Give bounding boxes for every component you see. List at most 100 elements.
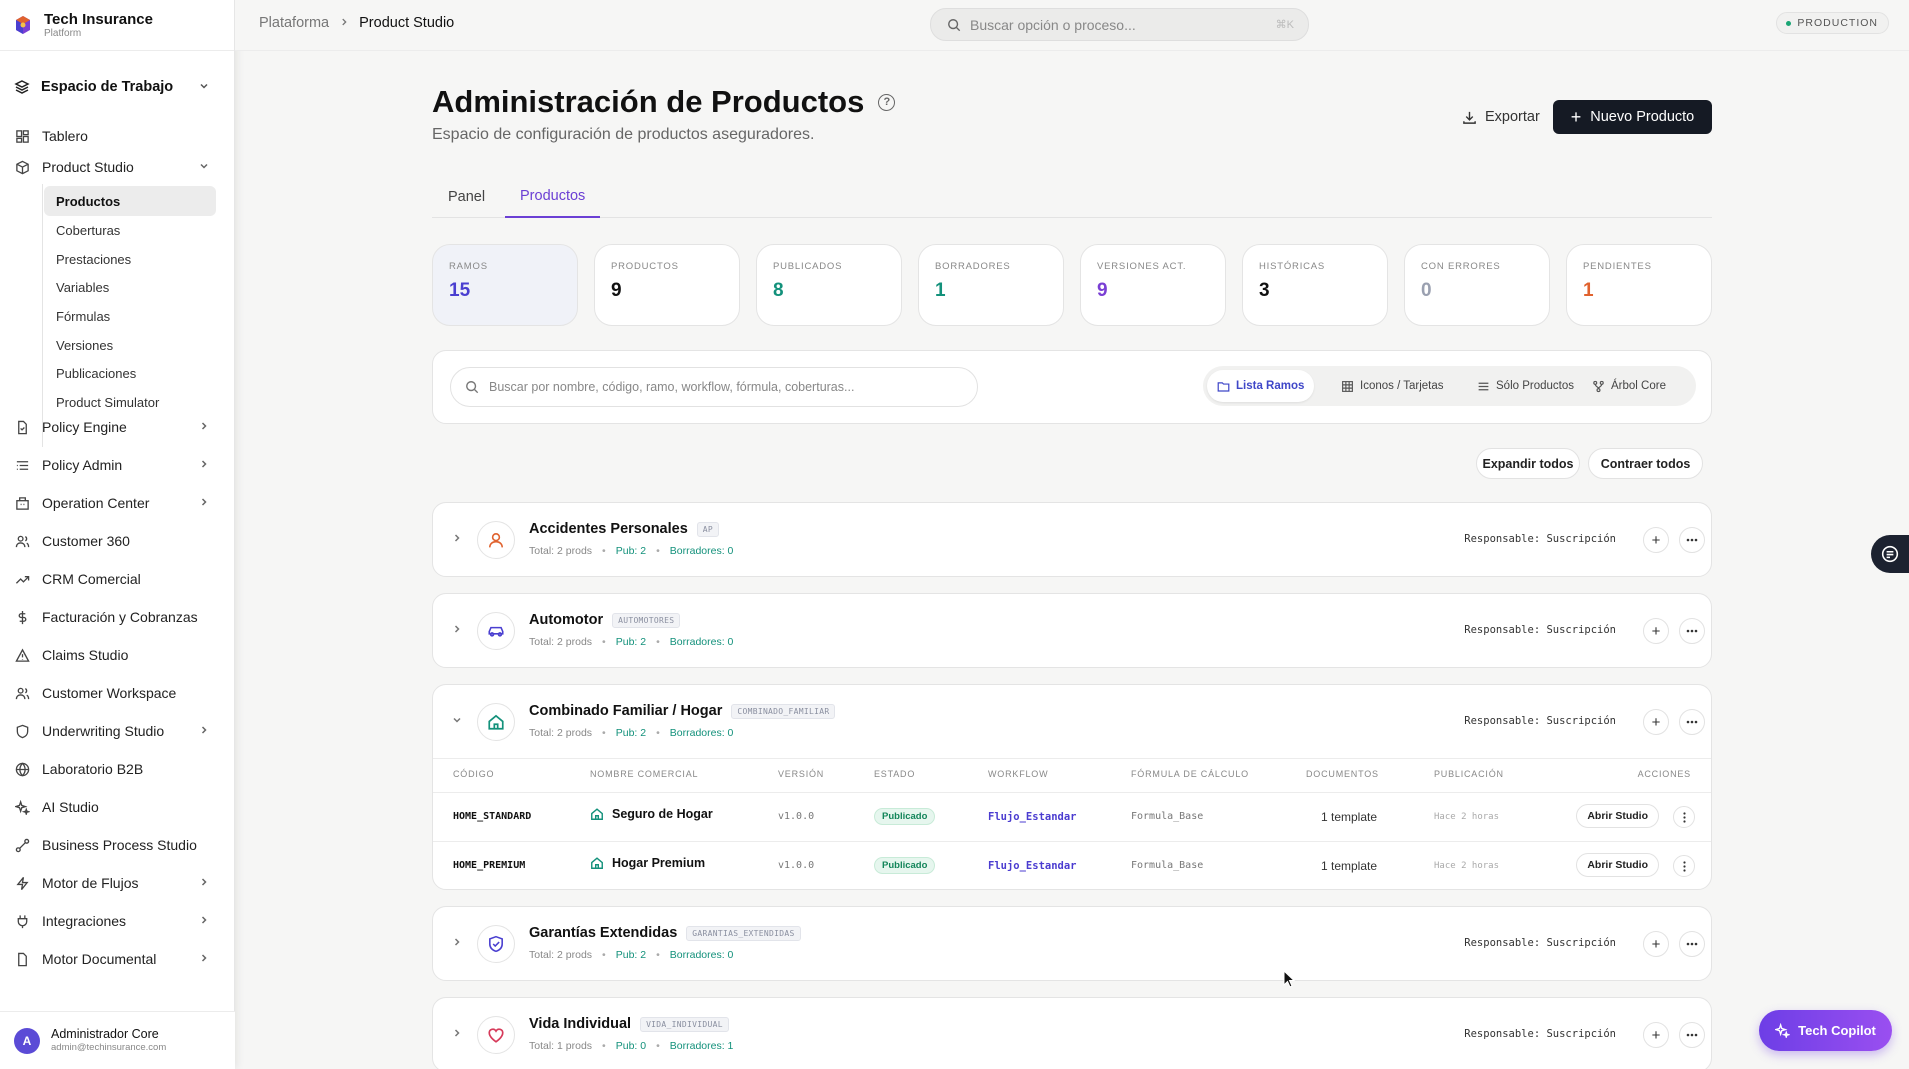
sidebar-subitem-versiones[interactable]: Versiones xyxy=(44,330,216,360)
table-row[interactable]: HOME_PREMIUM Hogar Premium v1.0.0 Public… xyxy=(433,841,1711,890)
brand-logo-icon xyxy=(13,15,33,35)
view-arbol-core[interactable]: Árbol Core xyxy=(1582,370,1676,402)
documents-count: 1 template xyxy=(1321,859,1378,873)
plus-icon: + xyxy=(1570,107,1582,127)
sidebar-item-laboratorio-b2b[interactable]: Laboratorio B2B xyxy=(14,758,210,780)
ramo-header[interactable]: Automotor AUTOMOTORES Total: 2 prods • Pu… xyxy=(433,594,1711,667)
product-name[interactable]: Hogar Premium xyxy=(590,856,705,870)
table-row[interactable]: HOME_STANDARD Seguro de Hogar v1.0.0 Pub… xyxy=(433,792,1711,841)
ramo-drafts: Borradores: 0 xyxy=(669,727,734,739)
sidebar-subitem-publicaciones[interactable]: Publicaciones xyxy=(44,358,216,388)
ramo-responsible: Responsable: Suscripción xyxy=(1464,715,1616,727)
ramo-published: Pub: 2 xyxy=(615,636,647,648)
workflow-link[interactable]: Flujo_Estandar xyxy=(988,860,1077,872)
sidebar-subitem-prestaciones[interactable]: Prestaciones xyxy=(44,244,216,274)
sidebar-item-motor-documental[interactable]: Motor Documental xyxy=(14,948,210,970)
view-iconos-tarjetas[interactable]: Iconos / Tarjetas xyxy=(1331,370,1454,402)
more-options-icon[interactable] xyxy=(1679,527,1705,553)
chevron-right-icon[interactable] xyxy=(451,1026,463,1044)
ramo-header[interactable]: Vida Individual VIDA_INDIVIDUAL Total: 1… xyxy=(433,998,1711,1069)
sidebar-item-facturacion[interactable]: Facturación y Cobranzas xyxy=(14,606,210,628)
sidebar-item-policy-engine[interactable]: Policy Engine xyxy=(14,416,210,438)
chevron-right-icon[interactable] xyxy=(451,935,463,953)
stat-card-borradores[interactable]: BORRADORES 1 xyxy=(918,244,1064,326)
global-search-input[interactable]: Buscar opción o proceso... ⌘K xyxy=(930,8,1309,41)
stat-card-versiones-activas[interactable]: VERSIONES ACT. 9 xyxy=(1080,244,1226,326)
avatar: A xyxy=(14,1027,40,1054)
stat-card-productos[interactable]: PRODUCTOS 9 xyxy=(594,244,740,326)
sidebar-item-product-studio[interactable]: Product Studio xyxy=(14,156,210,178)
add-product-button[interactable]: + xyxy=(1643,931,1669,957)
chevron-right-icon[interactable] xyxy=(451,622,463,640)
separator-dot: • xyxy=(602,636,606,648)
ramo-header[interactable]: Garantías Extendidas GARANTIAS_EXTENDIDA… xyxy=(433,907,1711,980)
sidebar-item-tablero[interactable]: Tablero xyxy=(14,125,210,147)
more-options-icon[interactable] xyxy=(1679,1022,1705,1048)
workflow-link[interactable]: Flujo_Estandar xyxy=(988,811,1077,823)
status-dot-icon xyxy=(1786,21,1792,26)
stat-value: 1 xyxy=(1583,280,1594,301)
side-panel-toggle-icon[interactable] xyxy=(1871,535,1909,573)
ramo-group-garantias-extendidas: Garantías Extendidas GARANTIAS_EXTENDIDA… xyxy=(432,906,1712,981)
view-lista-ramos[interactable]: Lista Ramos xyxy=(1207,370,1315,402)
more-options-icon[interactable] xyxy=(1679,709,1705,735)
sidebar-subitem-formulas[interactable]: Fórmulas xyxy=(44,301,216,331)
expand-all-button[interactable]: Expandir todos xyxy=(1476,448,1580,479)
collapse-all-button[interactable]: Contraer todos xyxy=(1588,448,1703,479)
user-profile[interactable]: A Administrador Core admin@techinsurance… xyxy=(0,1011,235,1069)
add-product-button[interactable]: + xyxy=(1643,1022,1669,1048)
tab-productos[interactable]: Productos xyxy=(505,176,601,218)
stat-card-historicas[interactable]: HISTÓRICAS 3 xyxy=(1242,244,1388,326)
sidebar-item-integraciones[interactable]: Integraciones xyxy=(14,910,210,932)
sidebar-item-crm-comercial[interactable]: CRM Comercial xyxy=(14,568,210,590)
open-studio-button[interactable]: Abrir Studio xyxy=(1576,804,1659,828)
more-options-icon[interactable] xyxy=(1679,931,1705,957)
add-product-button[interactable]: + xyxy=(1643,709,1669,735)
add-product-button[interactable]: + xyxy=(1643,527,1669,553)
stat-card-publicados[interactable]: PUBLICADOS 8 xyxy=(756,244,902,326)
sidebar-item-policy-admin[interactable]: Policy Admin xyxy=(14,454,210,476)
breadcrumb-root[interactable]: Plataforma xyxy=(259,15,329,31)
sidebar-item-motor-de-flujos[interactable]: Motor de Flujos xyxy=(14,872,210,894)
export-button[interactable]: Exportar xyxy=(1452,100,1550,134)
sidebar-item-operation-center[interactable]: Operation Center xyxy=(14,492,210,514)
view-solo-productos[interactable]: Sólo Productos xyxy=(1467,370,1584,402)
ramo-published: Pub: 2 xyxy=(615,545,647,557)
brand[interactable]: Tech Insurance Platform xyxy=(0,0,234,51)
row-menu-icon[interactable] xyxy=(1673,855,1695,877)
sidebar-subitem-coberturas[interactable]: Coberturas xyxy=(44,215,216,245)
ramo-header[interactable]: Combinado Familiar / Hogar COMBINADO_FAM… xyxy=(433,685,1711,758)
add-product-button[interactable]: + xyxy=(1643,618,1669,644)
chevron-right-icon[interactable] xyxy=(451,531,463,549)
stat-card-pendientes[interactable]: PENDIENTES 1 xyxy=(1566,244,1712,326)
product-search-input[interactable]: Buscar por nombre, código, ramo, workflo… xyxy=(450,367,978,407)
home-icon xyxy=(477,703,515,741)
sidebar-item-underwriting-studio[interactable]: Underwriting Studio xyxy=(14,720,210,742)
tab-panel[interactable]: Panel xyxy=(447,176,486,218)
more-options-icon[interactable] xyxy=(1679,618,1705,644)
open-studio-button[interactable]: Abrir Studio xyxy=(1576,853,1659,877)
sidebar-subitem-product-simulator[interactable]: Product Simulator xyxy=(44,387,216,417)
ramo-drafts: Borradores: 0 xyxy=(669,545,734,557)
stat-value: 0 xyxy=(1421,280,1432,301)
chevron-down-icon[interactable] xyxy=(451,713,463,731)
new-product-button[interactable]: + Nuevo Producto xyxy=(1553,100,1712,134)
stat-card-con-errores[interactable]: CON ERRORES 0 xyxy=(1404,244,1550,326)
ramo-header[interactable]: Accidentes Personales AP Total: 2 prods •… xyxy=(433,503,1711,576)
tech-copilot-button[interactable]: Tech Copilot xyxy=(1759,1010,1892,1051)
sidebar-subitem-productos[interactable]: Productos xyxy=(44,186,216,216)
workspace-selector[interactable]: Espacio de Trabajo xyxy=(14,76,210,98)
sidebar-item-claims-studio[interactable]: Claims Studio xyxy=(14,644,210,666)
product-name[interactable]: Seguro de Hogar xyxy=(590,807,713,821)
row-menu-icon[interactable] xyxy=(1673,806,1695,828)
sidebar-subitem-variables[interactable]: Variables xyxy=(44,272,216,302)
help-icon[interactable]: ? xyxy=(878,93,896,111)
sidebar-item-ai-studio[interactable]: AI Studio xyxy=(14,796,210,818)
ramo-responsible: Responsable: Suscripción xyxy=(1464,533,1616,545)
search-icon xyxy=(947,18,961,32)
sidebar-item-customer-workspace[interactable]: Customer Workspace xyxy=(14,682,210,704)
stat-card-ramos[interactable]: RAMOS 15 xyxy=(432,244,578,326)
page-subtitle: Espacio de configuración de productos as… xyxy=(432,126,815,143)
sidebar-item-customer-360[interactable]: Customer 360 xyxy=(14,530,210,552)
sidebar-item-business-process-studio[interactable]: Business Process Studio xyxy=(14,834,210,856)
